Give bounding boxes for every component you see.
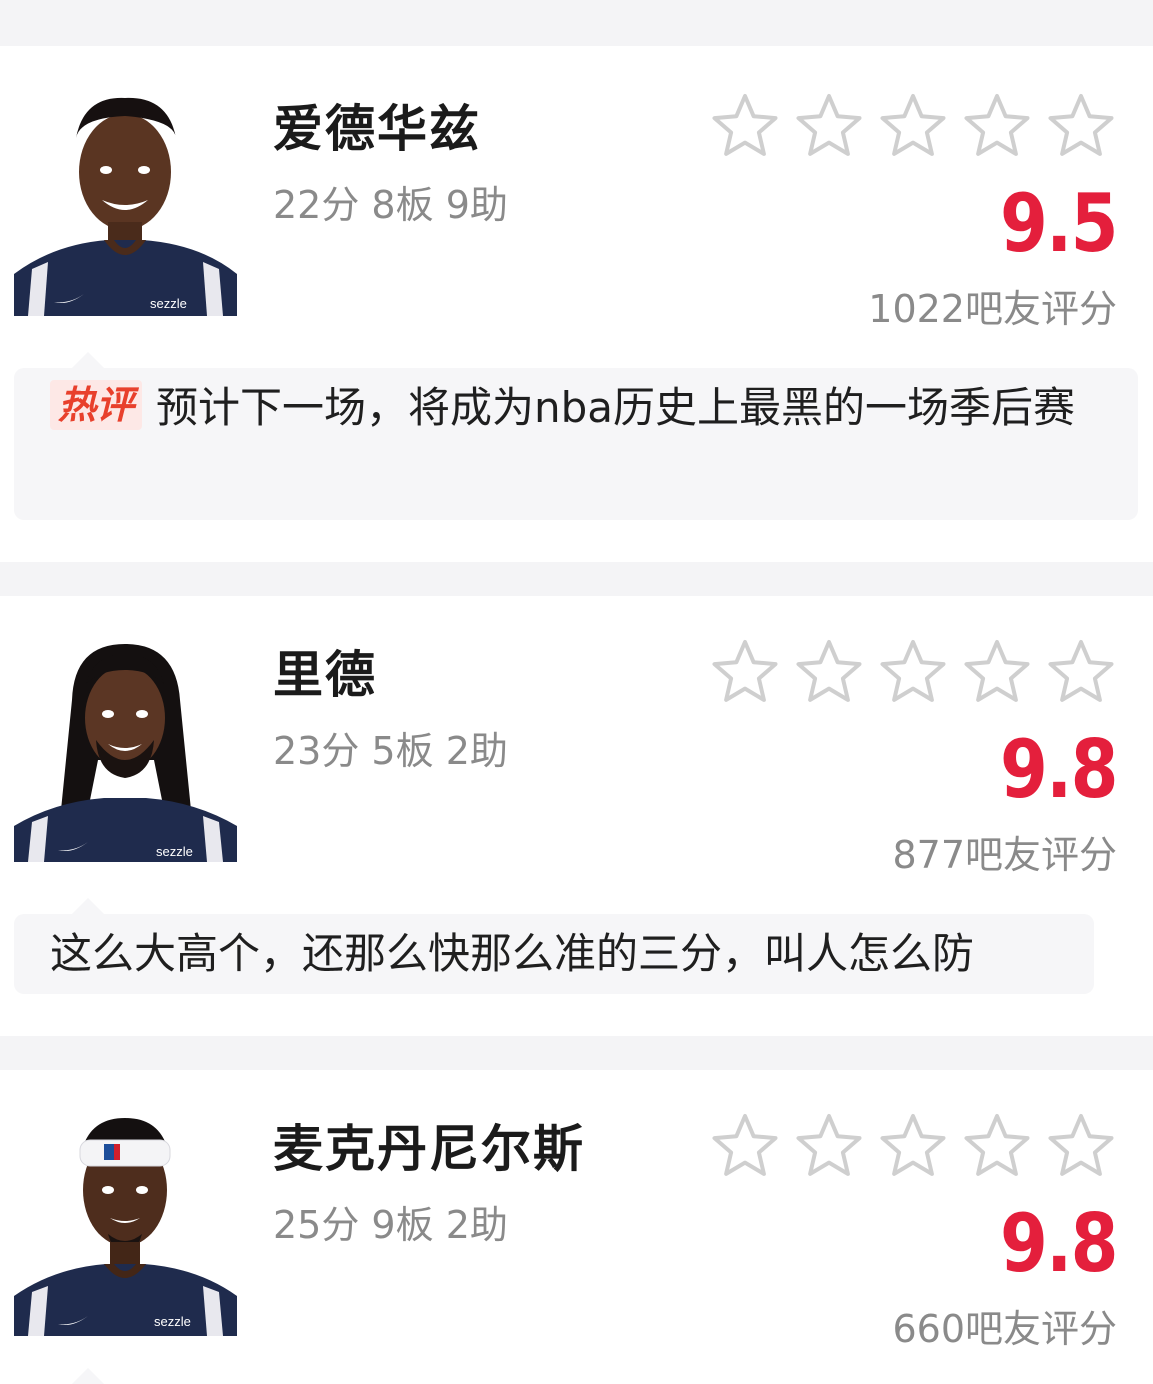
rating-stars[interactable] <box>709 90 1117 162</box>
rating-count: 660吧友评分 <box>892 1307 1117 1351</box>
player-score: 9.8 <box>1000 1197 1118 1290</box>
rating-stars[interactable] <box>709 1110 1117 1182</box>
player-avatar: sezzle <box>14 640 237 862</box>
rating-count: 1022吧友评分 <box>868 287 1117 331</box>
star-icon[interactable] <box>961 636 1033 708</box>
star-icon[interactable] <box>877 1110 949 1182</box>
jersey-sponsor: sezzle <box>156 844 193 859</box>
player-card[interactable]: sezzle 里德 23分 5板 2助 9.8 877吧友评分 <box>0 640 1153 890</box>
player-stats: 23分 5板 2助 <box>273 729 508 773</box>
section-separator <box>0 562 1153 596</box>
hot-comment[interactable]: 热评 预计下一场，将成为nba历史上最黑的一场季后赛 <box>14 352 1138 520</box>
player-name: 里德 <box>273 646 377 704</box>
star-icon[interactable] <box>877 90 949 162</box>
star-icon[interactable] <box>961 90 1033 162</box>
comment-notch <box>72 352 104 368</box>
player-card[interactable]: sezzle 麦克丹尼尔斯 25分 9板 2助 9.8 660吧友评分 <box>0 1114 1153 1364</box>
section-separator <box>0 1036 1153 1070</box>
player-score: 9.8 <box>1000 723 1118 816</box>
player-card[interactable]: sezzle 爱德华兹 22分 8板 9助 9.5 1022吧友评分 <box>0 94 1153 344</box>
star-icon[interactable] <box>1045 636 1117 708</box>
player-name: 麦克丹尼尔斯 <box>273 1120 585 1178</box>
section-separator <box>0 0 1153 46</box>
player-stats: 25分 9板 2助 <box>273 1203 508 1247</box>
rating-stars[interactable] <box>709 636 1117 708</box>
player-name: 爱德华兹 <box>273 100 481 158</box>
player-score: 9.5 <box>1000 177 1118 270</box>
star-icon[interactable] <box>961 1110 1033 1182</box>
jersey-sponsor: sezzle <box>154 1314 191 1329</box>
jersey-sponsor: sezzle <box>150 296 187 311</box>
rating-count: 877吧友评分 <box>892 833 1117 877</box>
star-icon[interactable] <box>793 90 865 162</box>
player-stats: 22分 8板 9助 <box>273 183 508 227</box>
star-icon[interactable] <box>793 636 865 708</box>
star-icon[interactable] <box>793 1110 865 1182</box>
star-icon[interactable] <box>709 1110 781 1182</box>
star-icon[interactable] <box>1045 1110 1117 1182</box>
comment-text: 这么大高个，还那么快那么准的三分，叫人怎么防 <box>50 929 975 978</box>
player-avatar: sezzle <box>14 94 237 316</box>
star-icon[interactable] <box>877 636 949 708</box>
comment-text: 预计下一场，将成为nba历史上最黑的一场季后赛 <box>156 383 1076 432</box>
player-avatar: sezzle <box>14 1114 237 1336</box>
star-icon[interactable] <box>709 636 781 708</box>
comment-notch <box>72 898 104 914</box>
comment[interactable]: 这么大高个，还那么快那么准的三分，叫人怎么防 <box>14 898 1094 994</box>
star-icon[interactable] <box>1045 90 1117 162</box>
hot-comment-badge: 热评 <box>50 380 143 430</box>
star-icon[interactable] <box>709 90 781 162</box>
comment-notch <box>72 1368 104 1384</box>
